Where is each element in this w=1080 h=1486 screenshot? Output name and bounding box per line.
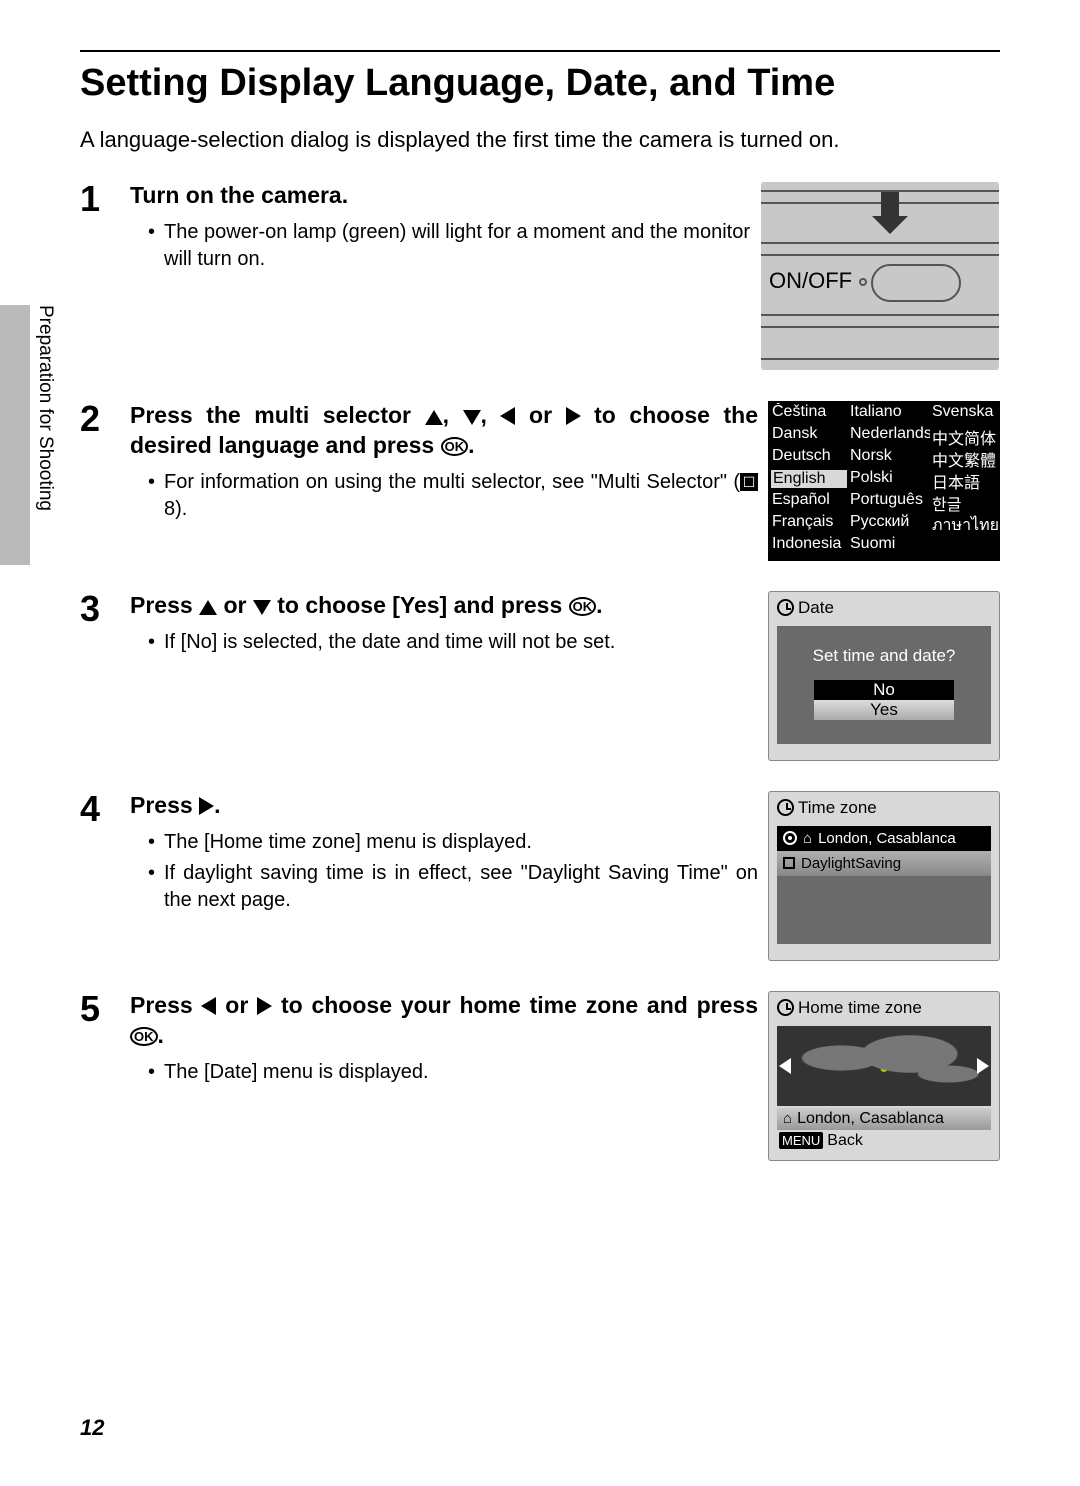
- timezone-screen: Time zone ⌂ London, Casablanca DaylightSa…: [768, 791, 1000, 961]
- lang-option: ภาษาไทย: [930, 513, 1002, 535]
- on-off-label: ON/OFF: [769, 268, 852, 294]
- step4-bullet: The [Home time zone] menu is displayed.: [148, 829, 758, 856]
- home-icon: ⌂: [783, 1110, 792, 1127]
- lang-option: Italiano: [848, 403, 930, 425]
- step2-title: Press the multi selector , , or to choos…: [130, 401, 758, 461]
- lang-option: Suomi: [848, 535, 930, 557]
- ok-button-icon: OK: [441, 437, 469, 456]
- lang-option: Dansk: [770, 425, 848, 447]
- page-ref-icon: ☐: [740, 473, 758, 491]
- indicator-led-icon: [859, 278, 867, 286]
- date-prompt-screen: Date Set time and date? No Yes: [768, 591, 1000, 761]
- lang-option: Deutsch: [770, 447, 848, 469]
- lang-option-selected: English: [770, 469, 848, 489]
- lang-option: Français: [770, 513, 848, 535]
- screen-title: Date: [798, 598, 834, 618]
- tz-option: London, Casablanca: [818, 830, 956, 847]
- down-triangle-icon: [253, 600, 271, 615]
- step5-bullet: The [Date] menu is displayed.: [148, 1059, 758, 1086]
- language-list-screen: ČeštinaItalianoSvenska DanskNederlands中文…: [768, 401, 1000, 561]
- step1-bullet: The power-on lamp (green) will light for…: [148, 219, 750, 273]
- lang-option: Norsk: [848, 447, 930, 469]
- step-number-3: 3: [80, 591, 130, 761]
- step4-bullet: If daylight saving time is in effect, se…: [148, 860, 758, 914]
- page-number: 12: [80, 1415, 104, 1441]
- clock-icon: [777, 999, 794, 1016]
- radio-on-icon: [783, 831, 797, 845]
- step4-title: Press .: [130, 791, 758, 821]
- step-number-2: 2: [80, 401, 130, 561]
- right-triangle-icon: [566, 407, 581, 425]
- lang-option: [930, 535, 1002, 557]
- left-triangle-icon: [201, 997, 216, 1015]
- step3-bullet: If [No] is selected, the date and time w…: [148, 629, 758, 656]
- lang-option: Русский: [848, 513, 930, 535]
- world-map: [777, 1026, 991, 1106]
- right-triangle-icon: [199, 797, 214, 815]
- down-triangle-icon: [463, 410, 481, 425]
- screen-title: Time zone: [798, 798, 877, 818]
- back-label: Back: [827, 1132, 863, 1150]
- home-icon: ⌂: [803, 830, 812, 847]
- step1-title: Turn on the camera.: [130, 181, 750, 211]
- lang-option: Español: [770, 491, 848, 513]
- step2-bullet: For information on using the multi selec…: [148, 469, 758, 523]
- step-number-5: 5: [80, 991, 130, 1161]
- up-triangle-icon: [425, 410, 443, 425]
- intro-paragraph: A language-selection dialog is displayed…: [80, 125, 1000, 156]
- tz-selected: London, Casablanca: [797, 1110, 944, 1128]
- ok-button-icon: OK: [569, 597, 597, 616]
- lang-option: Polski: [848, 469, 930, 491]
- top-rule: [80, 50, 1000, 52]
- left-triangle-icon: [500, 407, 515, 425]
- lang-option: Nederlands: [848, 425, 930, 447]
- lang-option: Svenska: [930, 403, 1002, 425]
- step3-title: Press or to choose [Yes] and press OK.: [130, 591, 758, 621]
- power-switch-icon: [871, 264, 961, 302]
- screen-title: Home time zone: [798, 998, 922, 1018]
- menu-button-icon: MENU: [779, 1132, 823, 1149]
- option-no: No: [814, 680, 954, 700]
- lang-option: 한글: [930, 491, 1002, 513]
- step5-title: Press or to choose your home time zone a…: [130, 991, 758, 1051]
- dst-option: DaylightSaving: [801, 855, 901, 872]
- lang-option: Português: [848, 491, 930, 513]
- option-yes: Yes: [814, 700, 954, 720]
- checkbox-icon: [783, 857, 795, 869]
- down-arrow-icon: [881, 192, 899, 216]
- lang-option: 中文繁體: [930, 447, 1002, 469]
- lang-option: 中文简体: [930, 425, 1002, 447]
- page-title: Setting Display Language, Date, and Time: [80, 62, 1000, 105]
- power-switch-illustration: ON/OFF: [760, 181, 1000, 371]
- lang-option: 日本語: [930, 469, 1002, 491]
- prompt-text: Set time and date?: [777, 646, 991, 666]
- step-number-4: 4: [80, 791, 130, 961]
- step-number-1: 1: [80, 181, 130, 371]
- home-timezone-screen: Home time zone ⌂ London, Casablanca MENUB…: [768, 991, 1000, 1161]
- clock-icon: [777, 799, 794, 816]
- right-triangle-icon: [257, 997, 272, 1015]
- clock-icon: [777, 599, 794, 616]
- lang-option: Indonesia: [770, 535, 848, 557]
- lang-option: Čeština: [770, 403, 848, 425]
- up-triangle-icon: [199, 600, 217, 615]
- ok-button-icon: OK: [130, 1027, 158, 1046]
